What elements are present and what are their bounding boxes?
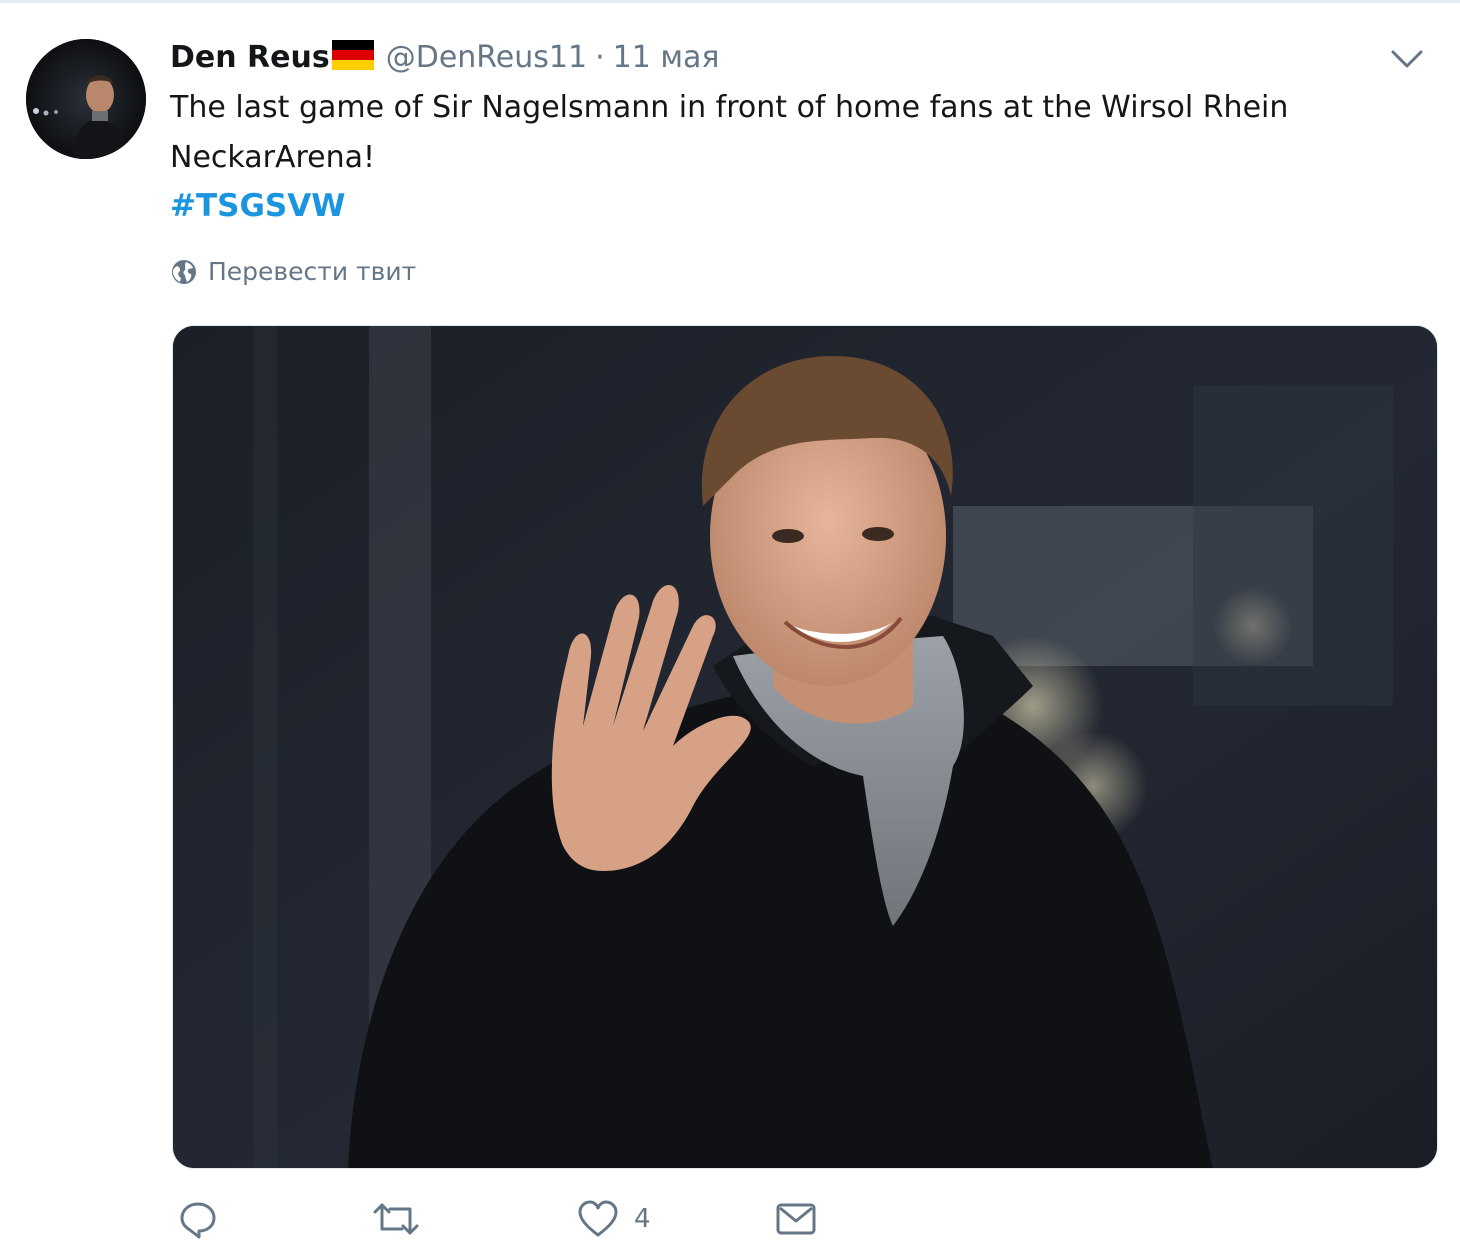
retweet-button[interactable] bbox=[372, 1199, 420, 1239]
tweet-text: The last game of Sir Nagelsmann in front… bbox=[170, 90, 1289, 175]
separator-dot: · bbox=[595, 39, 605, 75]
envelope-icon bbox=[776, 1203, 816, 1235]
author-handle[interactable]: @DenReus11 bbox=[386, 40, 587, 75]
hashtag-link[interactable]: #TSGSVW bbox=[170, 181, 345, 231]
reply-button[interactable] bbox=[178, 1199, 218, 1239]
tweet-actions: 4 bbox=[170, 1199, 1070, 1251]
tweet-header: Den Reus @DenReus11 · 11 мая bbox=[170, 35, 719, 79]
avatar-image bbox=[26, 39, 146, 159]
globe-icon bbox=[172, 259, 196, 284]
germany-flag-icon bbox=[331, 40, 374, 70]
avatar[interactable] bbox=[26, 39, 146, 159]
chevron-down-icon[interactable] bbox=[1390, 47, 1424, 71]
tweet-card[interactable]: Den Reus @DenReus11 · 11 мая The last ga… bbox=[0, 0, 1460, 1248]
heart-icon bbox=[578, 1200, 618, 1237]
reply-icon bbox=[180, 1202, 216, 1239]
tweet-media-photo[interactable] bbox=[172, 325, 1438, 1169]
photo-image bbox=[173, 326, 1437, 1168]
translate-label: Перевести твит bbox=[208, 257, 417, 286]
translate-tweet-button[interactable]: Перевести твит bbox=[170, 257, 416, 286]
retweet-icon bbox=[373, 1203, 419, 1235]
author-name[interactable]: Den Reus bbox=[170, 40, 330, 75]
like-button[interactable]: 4 bbox=[576, 1199, 651, 1239]
tweet-date[interactable]: 11 мая bbox=[613, 40, 720, 75]
direct-message-button[interactable] bbox=[774, 1199, 818, 1239]
like-count: 4 bbox=[634, 1204, 651, 1234]
